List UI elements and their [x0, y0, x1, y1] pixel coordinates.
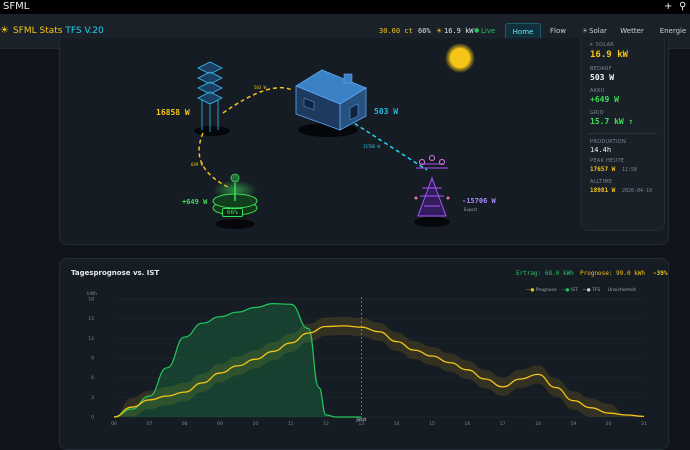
x-tick-label: 19 [570, 421, 576, 427]
y-tick-label: 18 [88, 297, 94, 303]
flow-line-house-grid [342, 115, 428, 171]
y-tick-label: 12 [88, 336, 94, 342]
flow-line-solar-battery [198, 132, 231, 189]
akku-value: +649 W [590, 95, 619, 104]
y-tick-label: 0 [91, 415, 94, 421]
x-tick-label: 08 [182, 421, 188, 427]
sun-icon [450, 48, 470, 68]
search-icon[interactable]: ⚲ [679, 0, 686, 14]
forecast-chart: 0369121518kWh06 07 08 09 10 11 12 13 14 15 16 17 18 1… [87, 291, 647, 427]
solar-value: 16.9 kW [590, 50, 628, 60]
peak-time: 11:58 [622, 167, 638, 173]
produktion-label: PRODUKTION [590, 139, 627, 145]
x-tick-label: 10 [252, 421, 258, 427]
grid-stat-value: 15.7 kW ↑ [590, 117, 634, 126]
house-value: 503 W [374, 107, 399, 116]
window-titlebar: SFML + ⚲ [0, 0, 690, 14]
window-title: SFML [3, 1, 30, 12]
peak-label: PEAK HEUTE [590, 158, 625, 164]
grid-value: -15706 W [462, 197, 496, 205]
akku-label: AKKU [590, 88, 605, 94]
grid-export-label: Export [464, 207, 478, 212]
bedarf-label: BEDARF [590, 66, 612, 72]
forecast-panel: Tagesprognose vs. IST Ertrag: 68.0 kWh P… [59, 258, 669, 450]
x-tick-label: 21 [641, 421, 647, 427]
now-marker-label: Jetzt [355, 417, 366, 423]
x-tick-label: 12 [323, 421, 329, 427]
line-solar-house-label: 503 W [254, 85, 267, 90]
line-house-grid-label: 15706 W [363, 144, 380, 149]
tower-shadow [414, 217, 450, 227]
alltime-label: ALLTIME [590, 179, 613, 185]
solar-panel-icon [197, 61, 223, 132]
x-tick-label: 07 [146, 421, 152, 427]
stats-card: ☀ SOLAR 16.9 kW BEDARF 503 W AKKU +649 W… [580, 38, 665, 231]
battery-shadow [215, 219, 255, 229]
solar-panel-value: 16858 W [156, 108, 190, 117]
bedarf-value: 503 W [590, 73, 615, 82]
brand-version: TFS V.20 [65, 26, 104, 36]
x-tick-label: 09 [217, 421, 223, 427]
x-tick-label: 15 [429, 421, 435, 427]
x-tick-label: 11 [288, 421, 294, 427]
alltime-date: 2026-04-19 [622, 188, 653, 194]
sun-icon: ☀ [0, 25, 9, 36]
peak-value: 17657 W [590, 166, 616, 173]
panel-shadow [194, 126, 230, 136]
grid-label: GRID [590, 110, 604, 116]
line-solar-battery-label: 649 W [191, 162, 204, 167]
x-tick-label: 18 [535, 421, 541, 427]
x-tick-label: 17 [500, 421, 506, 427]
x-tick-label: 06 [111, 421, 117, 427]
x-tick-label: 20 [606, 421, 612, 427]
y-axis-label: kWh [87, 291, 97, 297]
produktion-value: 14.4h [590, 146, 612, 154]
brand-name: SFML Stats [12, 26, 63, 36]
flow-line-solar-house [222, 86, 293, 114]
house-icon [295, 69, 367, 131]
battery-value: +649 W [182, 198, 208, 206]
power-tower-icon [414, 155, 450, 217]
alltime-value: 18981 W [590, 187, 616, 194]
solar-label: ☀ SOLAR [589, 42, 615, 48]
energy-flow-diagram [194, 43, 475, 229]
y-tick-label: 9 [91, 356, 94, 362]
add-icon[interactable]: + [664, 0, 672, 14]
x-tick-label: 16 [464, 421, 470, 427]
energy-flow-panel: 16858 W 503 W -15706 W Export +649 W 66%… [59, 38, 669, 245]
x-tick-label: 14 [394, 421, 400, 427]
y-tick-label: 3 [91, 395, 94, 401]
divider [587, 133, 657, 134]
y-tick-label: 6 [91, 375, 94, 381]
y-tick-label: 15 [88, 316, 94, 322]
battery-soc-badge: 66% [222, 208, 243, 217]
